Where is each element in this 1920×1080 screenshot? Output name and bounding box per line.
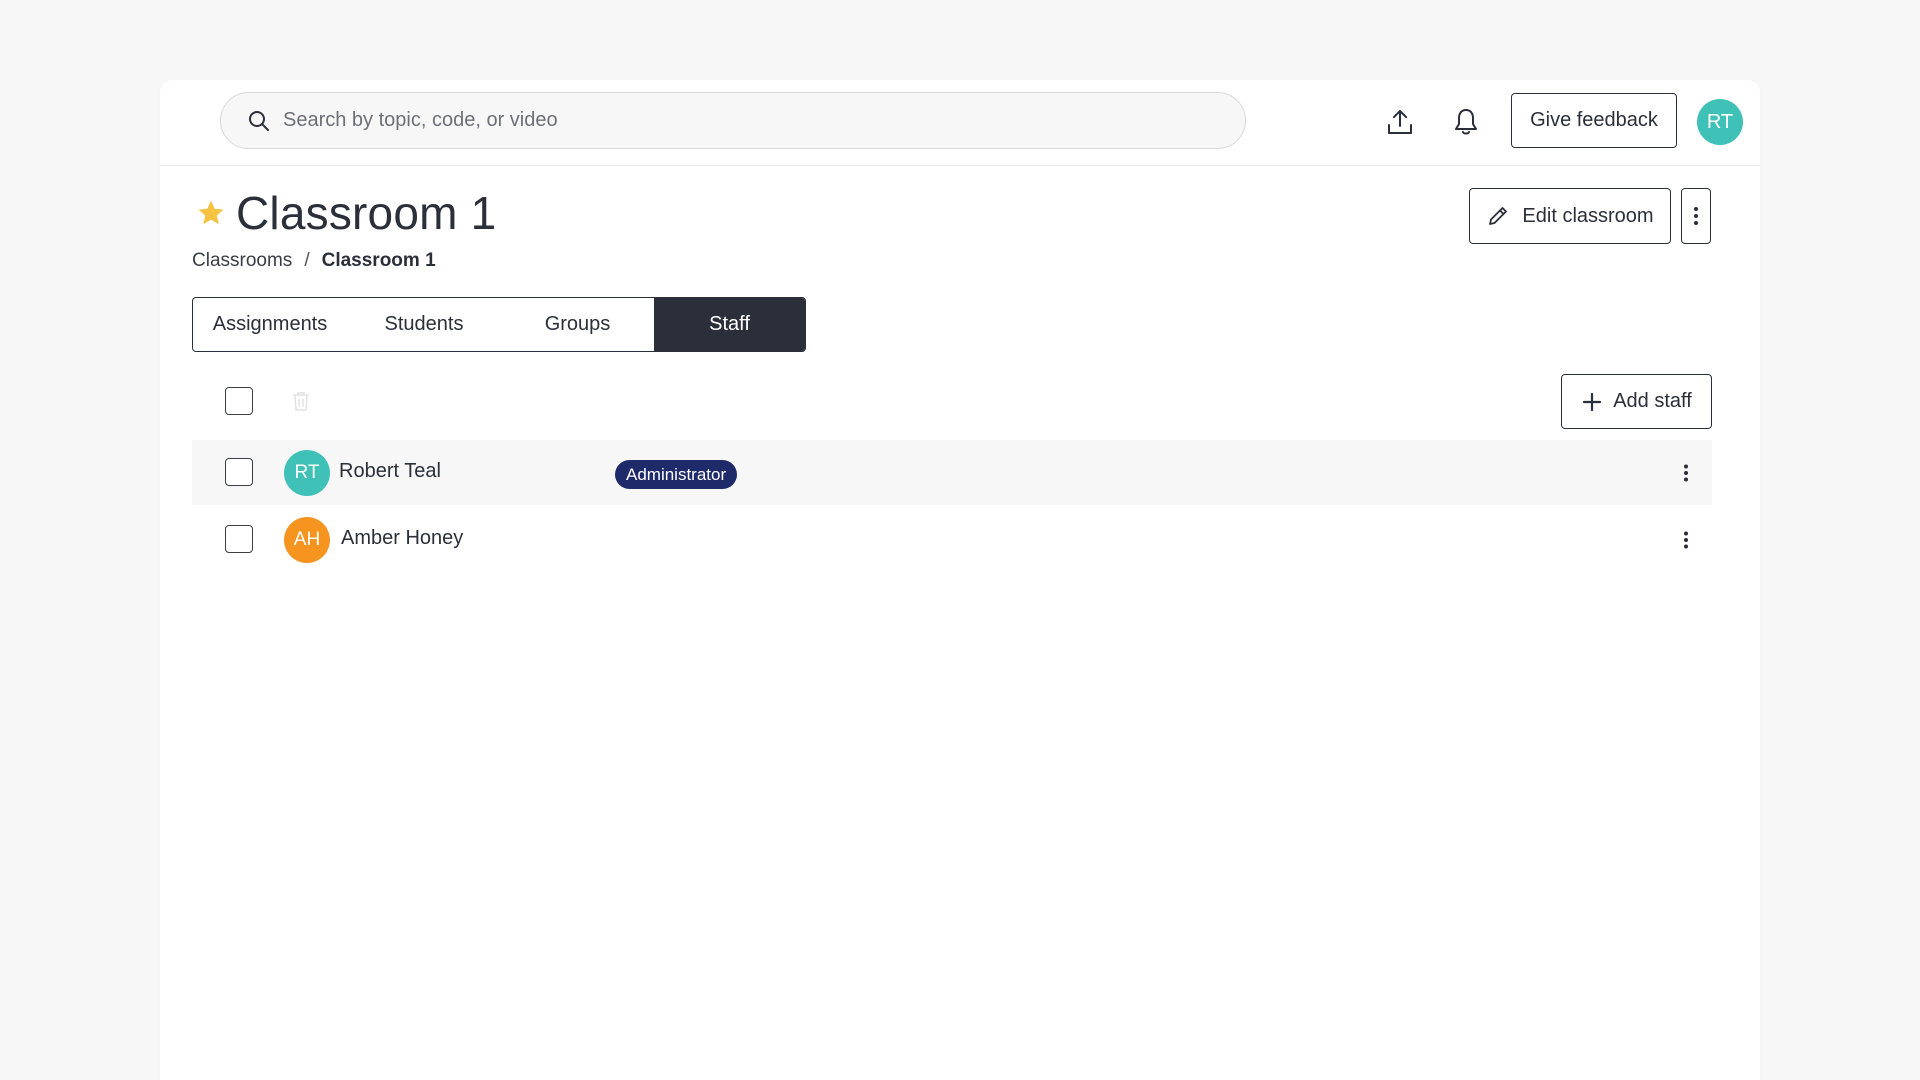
staff-row: RT Robert Teal Administrator bbox=[192, 440, 1712, 505]
role-badge: Administrator bbox=[615, 460, 738, 489]
tab-assignments[interactable]: Assignments bbox=[193, 298, 347, 351]
staff-avatar: AH bbox=[284, 517, 330, 563]
row-checkbox[interactable] bbox=[225, 458, 253, 486]
star-icon[interactable] bbox=[196, 198, 226, 228]
upload-icon bbox=[1388, 110, 1412, 134]
row-more-button[interactable] bbox=[1672, 458, 1700, 488]
edit-classroom-label: Edit classroom bbox=[1522, 204, 1654, 227]
trash-icon[interactable] bbox=[290, 390, 312, 412]
select-all-checkbox[interactable] bbox=[225, 387, 253, 415]
add-staff-label: Add staff bbox=[1613, 390, 1692, 412]
main-card: Give feedback RT Classroom 1 Classrooms … bbox=[160, 80, 1760, 1080]
upload-button[interactable] bbox=[1378, 100, 1422, 144]
classroom-tabs: Assignments Students Groups Staff bbox=[192, 297, 806, 352]
breadcrumb: Classrooms / Classroom 1 bbox=[192, 250, 436, 272]
row-checkbox[interactable] bbox=[225, 525, 253, 553]
more-vertical-icon bbox=[1694, 207, 1698, 225]
search-bar[interactable] bbox=[220, 92, 1246, 149]
more-vertical-icon bbox=[1684, 464, 1688, 482]
staff-row: AH Amber Honey bbox=[192, 507, 1712, 572]
notifications-button[interactable] bbox=[1444, 100, 1488, 144]
search-input[interactable] bbox=[283, 109, 1183, 132]
tab-groups[interactable]: Groups bbox=[501, 298, 654, 351]
top-bar: Give feedback RT bbox=[160, 80, 1760, 166]
staff-avatar: RT bbox=[284, 450, 330, 496]
staff-name: Amber Honey bbox=[341, 527, 464, 549]
breadcrumb-classrooms-link[interactable]: Classrooms bbox=[192, 250, 292, 272]
edit-classroom-button[interactable]: Edit classroom bbox=[1469, 188, 1671, 244]
staff-name: Robert Teal bbox=[339, 460, 441, 482]
plus-icon bbox=[1583, 392, 1602, 411]
tab-staff[interactable]: Staff bbox=[654, 298, 805, 351]
more-vertical-icon bbox=[1684, 531, 1688, 549]
bell-icon bbox=[1455, 109, 1477, 135]
give-feedback-button[interactable]: Give feedback bbox=[1511, 93, 1677, 148]
classroom-more-button[interactable] bbox=[1681, 188, 1711, 244]
add-staff-button[interactable]: Add staff bbox=[1561, 374, 1712, 429]
pencil-icon bbox=[1489, 207, 1508, 225]
search-icon bbox=[249, 110, 269, 131]
row-more-button[interactable] bbox=[1672, 525, 1700, 555]
tab-students[interactable]: Students bbox=[347, 298, 501, 351]
page-title: Classroom 1 bbox=[236, 187, 497, 239]
breadcrumb-current: Classroom 1 bbox=[321, 250, 436, 271]
breadcrumb-separator: / bbox=[304, 250, 310, 271]
user-avatar[interactable]: RT bbox=[1697, 99, 1743, 145]
